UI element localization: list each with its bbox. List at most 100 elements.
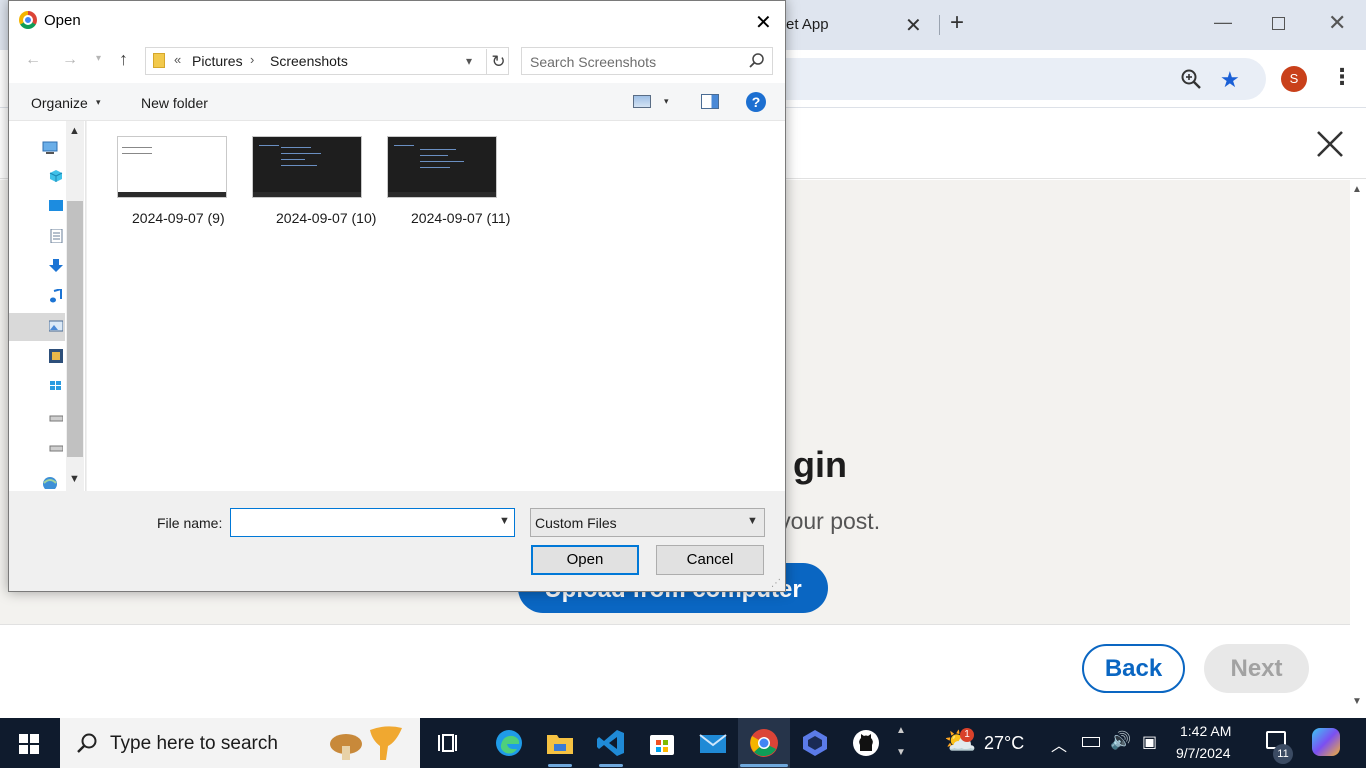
forward-arrow-icon[interactable]: → (62, 51, 78, 69)
search-input[interactable]: Search Screenshots (521, 47, 773, 75)
task-view-icon[interactable] (434, 727, 466, 759)
refresh-icon[interactable]: ↻ (486, 49, 510, 75)
view-options-caret-icon[interactable]: ▾ (664, 96, 669, 107)
overflow-chevron-icon[interactable]: « (174, 52, 181, 67)
nav-scroll-thumb[interactable] (67, 201, 83, 457)
modal-close-icon[interactable] (1314, 128, 1346, 160)
dialog-close-icon[interactable]: ✕ (755, 10, 772, 35)
windows-start-icon[interactable] (19, 734, 39, 754)
file-name[interactable]: 2024-09-07 (10) (252, 208, 382, 228)
file-explorer-icon[interactable] (544, 727, 576, 759)
folder-address-bar[interactable]: « Pictures › Screenshots ▾ ↻ (145, 47, 509, 75)
nav-scroll-up-icon[interactable]: ▲ (69, 125, 80, 137)
breadcrumb-pictures[interactable]: Pictures (192, 53, 243, 69)
scroll-up-icon[interactable]: ▲ (1352, 184, 1362, 195)
tab-close-icon[interactable]: ✕ (905, 13, 922, 38)
open-button[interactable]: Open (531, 545, 639, 575)
edge-icon[interactable] (493, 727, 525, 759)
videos-icon[interactable] (49, 349, 63, 363)
minimize-icon[interactable]: — (1214, 12, 1232, 33)
taskbar: Type here to search ▲ ▼ ⛅ 1 27°C ︿ 🔊 ▣ 1… (0, 718, 1366, 768)
this-pc-icon[interactable] (41, 141, 59, 155)
file-thumbnail[interactable] (387, 136, 497, 198)
drive-d-icon[interactable] (49, 411, 63, 425)
taskbar-search[interactable]: Type here to search (60, 718, 420, 768)
organize-caret-icon[interactable]: ▾ (96, 97, 101, 108)
weather-badge: 1 (960, 728, 974, 742)
file-name-label: File name: (157, 515, 223, 531)
preview-pane-icon[interactable] (701, 94, 719, 109)
file-name[interactable]: 2024-09-07 (9) (117, 208, 247, 228)
show-hidden-icons-icon[interactable]: ︿ (1051, 732, 1067, 756)
recent-locations-icon[interactable]: ▾ (96, 53, 101, 64)
copilot-app-icon[interactable] (799, 727, 831, 759)
up-arrow-icon[interactable]: ↑ (119, 49, 128, 70)
chrome-icon[interactable] (748, 727, 780, 759)
help-icon[interactable]: ? (746, 92, 766, 112)
new-tab-icon[interactable]: + (950, 9, 964, 37)
mushroom-icon (330, 726, 402, 760)
vscode-icon[interactable] (595, 727, 627, 759)
volume-icon[interactable]: 🔊 (1110, 731, 1131, 751)
drive-e-icon[interactable] (49, 441, 63, 455)
change-view-icon[interactable] (633, 95, 651, 108)
github-icon[interactable] (850, 727, 882, 759)
downloads-icon[interactable] (49, 259, 63, 273)
back-arrow-icon[interactable]: ← (25, 51, 41, 69)
file-item[interactable]: 2024-09-07 (9) (117, 136, 247, 228)
file-thumbnail[interactable] (117, 136, 227, 198)
nav-scroll-down-icon[interactable]: ▼ (69, 473, 80, 485)
windows-drive-icon[interactable] (49, 379, 63, 393)
cancel-button[interactable]: Cancel (656, 545, 764, 575)
window-close-icon[interactable]: ✕ (1328, 10, 1346, 36)
file-name[interactable]: 2024-09-07 (11) (387, 208, 517, 228)
avatar[interactable]: S (1281, 66, 1307, 92)
chrome-icon (19, 11, 37, 29)
file-type-dropdown-icon[interactable]: ▼ (747, 515, 758, 527)
breadcrumb-separator-icon[interactable]: › (250, 52, 254, 67)
resize-grip-icon[interactable]: ⋰ (771, 578, 781, 589)
restore-icon[interactable] (1272, 17, 1285, 30)
file-item[interactable]: 2024-09-07 (11) (387, 136, 517, 228)
new-folder-button[interactable]: New folder (141, 95, 208, 111)
file-name-dropdown-icon[interactable]: ▼ (499, 515, 510, 527)
music-icon[interactable] (49, 289, 63, 303)
open-file-dialog: Open ✕ ← → ▾ ↑ « Pictures › Screenshots … (8, 0, 786, 592)
device-icon[interactable]: ▣ (1142, 732, 1157, 752)
zoom-icon[interactable] (1180, 68, 1202, 90)
mail-icon[interactable] (697, 727, 729, 759)
menu-icon[interactable]: ⋮ (1331, 64, 1353, 90)
network-icon[interactable] (41, 475, 59, 489)
nav-scrollbar[interactable]: ▲ ▼ (66, 121, 84, 491)
tab-separator (939, 15, 940, 35)
back-button[interactable]: Back (1082, 644, 1185, 693)
breadcrumb-screenshots[interactable]: Screenshots (270, 53, 348, 69)
battery-icon[interactable] (1082, 737, 1100, 747)
file-list: 2024-09-07 (9) 2024-09-07 (10) 2024-09-0… (87, 121, 785, 491)
tab-title[interactable]: et App (786, 16, 829, 33)
scroll-down-icon[interactable]: ▼ (1352, 696, 1362, 707)
3d-objects-icon[interactable] (49, 169, 63, 183)
microsoft-store-icon[interactable] (646, 727, 678, 759)
file-thumbnail[interactable] (252, 136, 362, 198)
file-name-input[interactable]: ▼ (230, 508, 515, 537)
documents-icon[interactable] (49, 229, 63, 243)
taskbar-scroll-icon[interactable]: ▲ ▼ (896, 720, 906, 764)
bookmark-star-icon[interactable]: ★ (1220, 67, 1240, 93)
clock-date[interactable]: 9/7/2024 (1176, 745, 1231, 761)
pictures-icon[interactable] (49, 319, 63, 333)
organize-menu[interactable]: Organize (31, 95, 88, 111)
search-icon[interactable] (748, 52, 766, 70)
chrome-active-indicator (740, 764, 788, 767)
copilot-icon[interactable] (1312, 728, 1340, 756)
desktop-icon[interactable] (49, 199, 63, 213)
address-dropdown-icon[interactable]: ▾ (466, 54, 472, 68)
temperature[interactable]: 27°C (984, 733, 1024, 754)
file-item[interactable]: 2024-09-07 (10) (252, 136, 382, 228)
clock-time[interactable]: 1:42 AM (1180, 723, 1231, 739)
folder-icon (153, 53, 165, 68)
file-type-select[interactable]: Custom Files ▼ (530, 508, 765, 537)
search-placeholder: Search Screenshots (530, 54, 657, 70)
notification-count-badge: 11 (1273, 744, 1293, 764)
dialog-title: Open (44, 12, 81, 29)
